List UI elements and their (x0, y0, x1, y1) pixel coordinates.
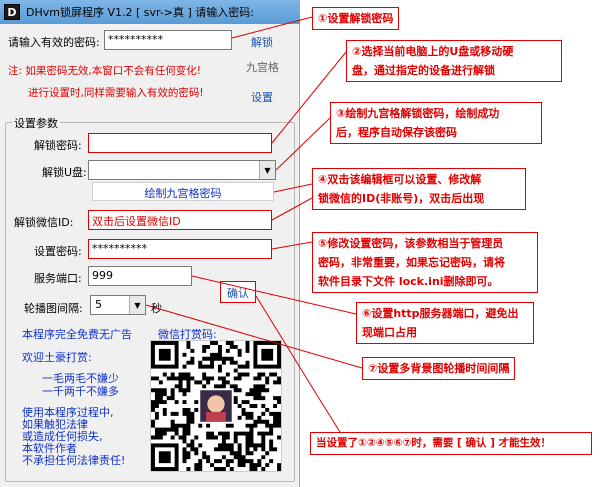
slogan-line-2: 一千两千不嫌多 (42, 385, 119, 398)
settings-group-label: 设置参数 (12, 115, 60, 131)
draw-ninegrid-button[interactable]: 绘制九宫格密码 (92, 182, 274, 201)
free-text: 本程序完全免费无广告 (22, 328, 132, 341)
note-5-line-3: 软件目录下文件 lock.ini删除即可。 (318, 275, 499, 288)
note-4: ④双击该编辑框可以设置、修改解 锁微信的ID(非账号)，双击后出现 (312, 168, 526, 210)
password-input[interactable]: ********** (104, 30, 232, 50)
disclaimer-line-5: 不承担任何法律责任! (22, 454, 126, 467)
chevron-down-icon[interactable]: ▼ (259, 161, 275, 179)
set-password-input[interactable]: ********** (88, 239, 272, 259)
note-2-line-1: ②选择当前电脑上的U盘或移动硬 (352, 45, 514, 58)
port-input[interactable]: 999 (88, 266, 192, 286)
app-window: D DHvm锁屏程序 V1.2 [ svr->真 ] 请输入密码: 请输入有效的… (0, 0, 300, 487)
note-2-line-2: 盘，通过指定的设备进行解锁 (352, 64, 495, 77)
password-label: 请输入有效的密码: (8, 36, 100, 49)
settings-button[interactable]: 设置 (251, 89, 273, 105)
interval-label: 轮播图间隔: (24, 302, 83, 315)
note-8: 当设置了①②④⑤⑥⑦时，需要 [ 确认 ] 才能生效！ (310, 432, 592, 455)
window-title: DHvm锁屏程序 V1.2 [ svr->真 ] 请输入密码: (26, 6, 255, 19)
note-2: ②选择当前电脑上的U盘或移动硬 盘，通过指定的设备进行解锁 (346, 40, 562, 82)
unlock-password-label: 解锁密码: (34, 139, 82, 152)
note-4-line-2: 锁微信的ID(非账号)，双击后出现 (318, 192, 485, 205)
usb-label: 解锁U盘: (42, 166, 87, 179)
unlock-button[interactable]: 解锁 (251, 34, 273, 50)
note-3-line-1: ③绘制九宫格解锁密码，绘制成功 (336, 107, 500, 120)
note-1: ①设置解锁密码 (312, 7, 400, 30)
title-bar[interactable]: D DHvm锁屏程序 V1.2 [ svr->真 ] 请输入密码: (0, 0, 300, 24)
note-3-line-2: 后，程序自动保存该密码 (336, 126, 457, 139)
interval-dropdown[interactable]: 5 ▼ (90, 295, 146, 315)
warning-text-1: 注: 如果密码无效,本窗口不会有任何变化! (8, 65, 201, 77)
ninegrid-button[interactable]: 九宫格 (246, 59, 279, 75)
note-6-line-2: 现端口占用 (362, 326, 417, 339)
warning-text-2: 进行设置时,同样需要输入有效的密码! (28, 87, 204, 99)
note-1-text: ①设置解锁密码 (318, 12, 394, 25)
wechat-id-input[interactable]: 双击后设置微信ID (88, 210, 272, 230)
usb-dropdown[interactable]: ▼ (88, 160, 276, 180)
note-4-line-1: ④双击该编辑框可以设置、修改解 (318, 173, 482, 186)
wechat-id-label: 解锁微信ID: (14, 216, 74, 229)
note-5: ⑤修改设置密码，该参数相当于管理员 密码，非常重要，如果忘记密码，请将 软件目录… (312, 232, 538, 293)
note-7: ⑦设置多背景图轮播时间间隔 (362, 357, 516, 380)
set-password-label: 设置密码: (34, 245, 82, 258)
interval-unit: 秒 (151, 302, 162, 315)
wechat-qr-code (150, 340, 282, 472)
note-6-line-1: ⑥设置http服务器端口，避免出 (362, 307, 519, 320)
port-label: 服务端口: (34, 272, 82, 285)
note-6: ⑥设置http服务器端口，避免出 现端口占用 (356, 302, 534, 344)
note-7-text: ⑦设置多背景图轮播时间间隔 (368, 362, 510, 375)
note-5-line-2: 密码，非常重要，如果忘记密码，请将 (318, 256, 505, 269)
note-3: ③绘制九宫格解锁密码，绘制成功 后，程序自动保存该密码 (330, 102, 542, 144)
note-8-text: 当设置了①②④⑤⑥⑦时，需要 [ 确认 ] 才能生效！ (316, 437, 552, 449)
app-logo-icon: D (4, 4, 20, 20)
welcome-text: 欢迎土豪打赏: (22, 351, 92, 364)
confirm-button[interactable]: 确认 (220, 281, 256, 303)
logo-letter: D (7, 5, 17, 19)
chevron-down-icon[interactable]: ▼ (129, 296, 145, 314)
unlock-password-input[interactable] (88, 133, 272, 153)
interval-selected-value: 5 (95, 298, 102, 311)
note-5-line-1: ⑤修改设置密码，该参数相当于管理员 (318, 237, 504, 250)
